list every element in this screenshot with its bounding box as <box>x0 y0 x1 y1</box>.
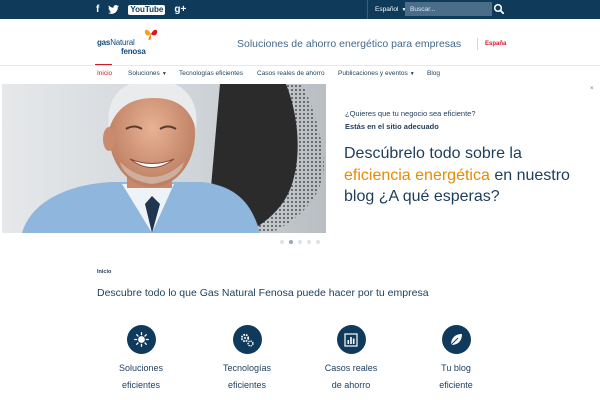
butterfly-icon <box>144 29 158 40</box>
leaf-icon <box>441 325 471 354</box>
nav-item-publicaciones[interactable]: Publicaciones y eventos ▼ <box>338 70 415 77</box>
youtube-icon[interactable]: YouTube <box>128 4 166 15</box>
feature-label-line2: eficiente <box>439 379 473 390</box>
logo-word-gas: gas <box>97 38 111 47</box>
feature-tecnologias-eficientes[interactable]: Tecnologías eficientes <box>212 325 282 393</box>
hero-photo <box>2 84 326 233</box>
hero-answer: Estás en el sitio adecuado <box>345 122 439 131</box>
site-tagline: Soluciones de ahorro energético para emp… <box>237 38 462 50</box>
carousel-dot[interactable] <box>316 240 320 244</box>
feature-blog-eficiente[interactable]: Tu blog eficiente <box>421 325 491 393</box>
carousel-dot[interactable] <box>280 240 284 244</box>
chevron-down-icon: ▼ <box>161 71 167 77</box>
search-icon[interactable] <box>492 2 506 16</box>
feature-label-line1: Tecnologías <box>222 363 272 373</box>
hero-headline-highlight: eficiencia energética <box>344 166 490 184</box>
carousel-dot[interactable] <box>289 240 293 244</box>
sun-icon <box>126 325 156 354</box>
carousel-dot[interactable] <box>298 240 302 244</box>
feature-label-line2: de ahorro <box>331 379 371 390</box>
breadcrumb[interactable]: Inicio <box>97 269 111 275</box>
nav-item-soluciones[interactable]: Soluciones ▼ <box>128 70 167 77</box>
hero-headline-pre: Descúbrelo todo sobre la <box>344 145 522 162</box>
country-link[interactable]: España <box>485 41 506 47</box>
logo-word-fenosa: fenosa <box>121 47 146 56</box>
feature-label-line1: Casos reales <box>324 363 378 373</box>
language-label: Español <box>375 6 399 13</box>
facebook-icon[interactable]: f <box>96 3 99 16</box>
header-divider <box>477 38 478 50</box>
gears-icon <box>232 325 262 354</box>
nav-item-casos-reales[interactable]: Casos reales de ahorro <box>257 70 325 77</box>
close-icon[interactable]: × <box>590 86 594 92</box>
section-intro: Descubre todo lo que Gas Natural Fenosa … <box>97 287 429 299</box>
feature-label-line2: eficientes <box>121 379 161 390</box>
nav-item-inicio[interactable]: Inicio <box>97 70 112 77</box>
nav-item-label: Soluciones <box>128 70 160 77</box>
hero-headline[interactable]: Descúbrelo todo sobre la eficiencia ener… <box>344 143 584 208</box>
feature-casos-reales[interactable]: Casos reales de ahorro <box>316 325 386 393</box>
hero-question: ¿Quieres que tu negocio sea eficiente? <box>345 109 476 118</box>
social-links: f YouTube g+ <box>96 3 186 16</box>
carousel-dot[interactable] <box>307 240 311 244</box>
gas-natural-fenosa-logo[interactable]: gasNatural fenosa <box>97 28 167 56</box>
feature-soluciones-eficientes[interactable]: Soluciones eficientes <box>106 325 176 393</box>
top-bar: f YouTube g+ Español ▼ <box>0 0 600 19</box>
feature-label-line1: Soluciones <box>118 363 164 373</box>
hero-carousel[interactable]: ¿Quieres que tu negocio sea eficiente? E… <box>0 84 600 233</box>
feature-label-line2: eficientes <box>227 379 267 390</box>
carousel-pagination <box>280 240 320 244</box>
search-input[interactable] <box>405 2 492 16</box>
main-nav: Inicio Soluciones ▼ Tecnologías eficiente… <box>0 65 600 84</box>
google-plus-icon[interactable]: g+ <box>174 3 186 16</box>
chevron-down-icon: ▼ <box>409 71 415 77</box>
twitter-icon[interactable] <box>108 1 120 19</box>
bar-chart-icon <box>336 325 366 354</box>
logo-word-natural: Natural <box>110 38 135 47</box>
nav-item-tecnologias[interactable]: Tecnologías eficientes <box>179 70 243 77</box>
nav-item-blog[interactable]: Blog <box>427 70 440 77</box>
language-selector[interactable]: Español ▼ <box>367 0 406 19</box>
nav-item-label: Publicaciones y eventos <box>338 70 408 77</box>
feature-label-line1: Tu blog <box>441 363 471 373</box>
